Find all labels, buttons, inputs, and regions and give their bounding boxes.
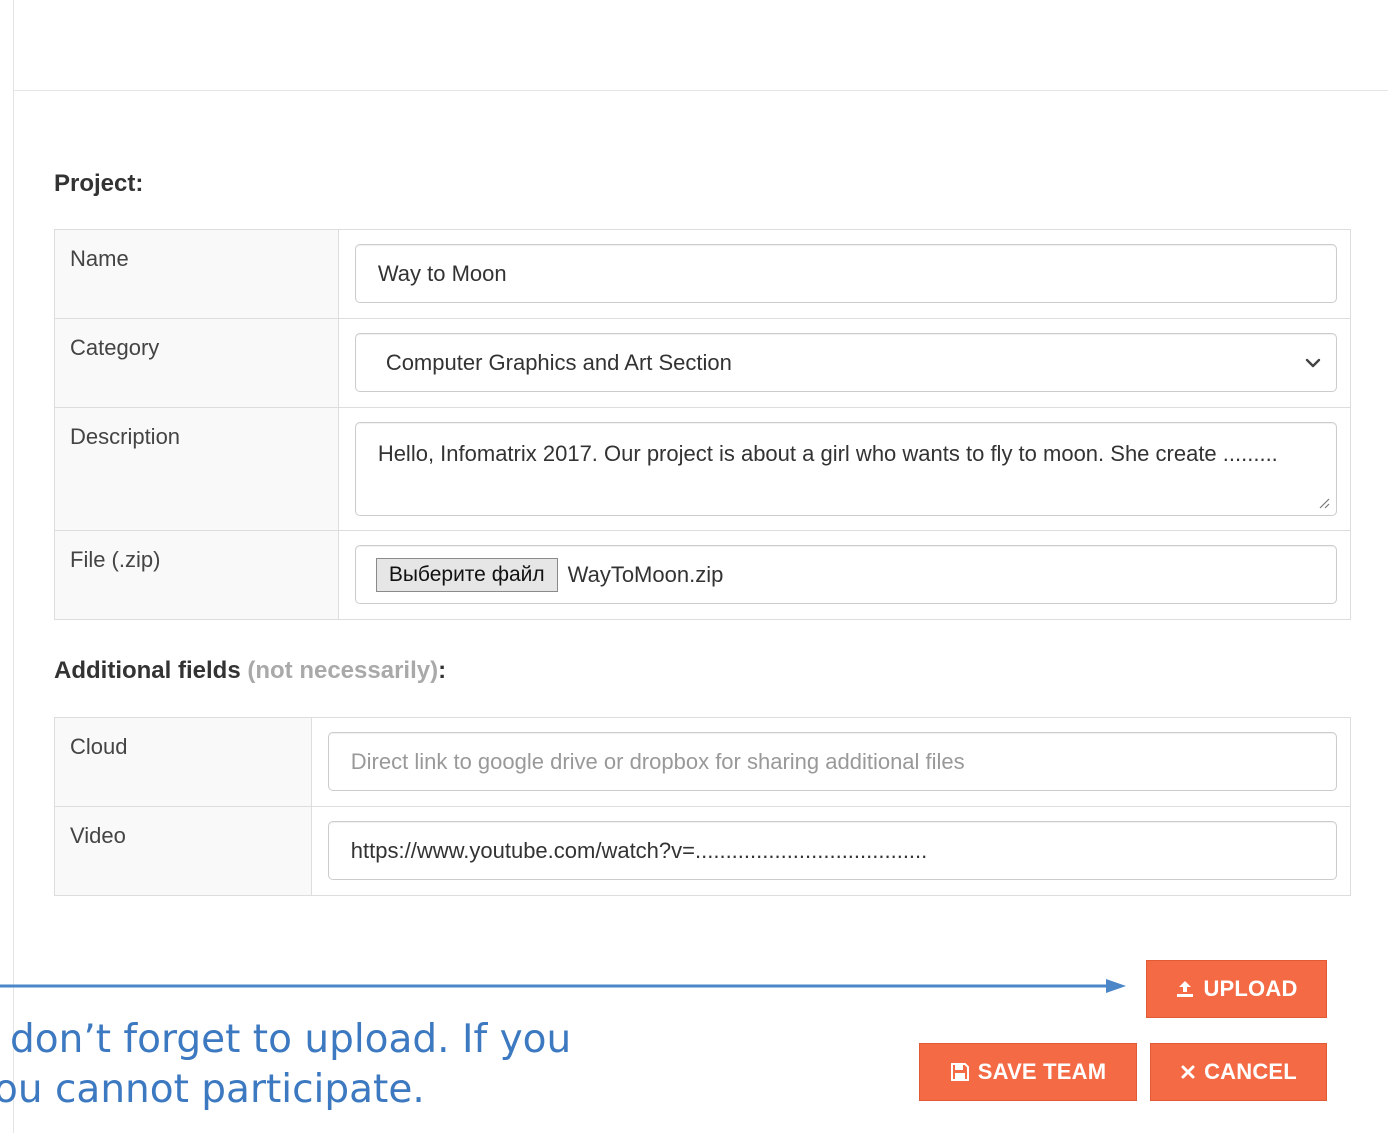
description-label: Description <box>54 407 339 531</box>
project-title-text: Project: <box>54 170 144 197</box>
resize-handle-icon[interactable] <box>1318 497 1330 509</box>
category-label: Category <box>54 318 339 408</box>
upload-button[interactable]: UPLOAD <box>1146 960 1327 1018</box>
category-row: Category Computer Graphics and Art Secti… <box>54 318 1352 408</box>
annotation-line-1: don’t forget to upload. If you <box>10 1017 572 1062</box>
additional-section-title: Additional fields (not necessarily): <box>54 657 446 685</box>
video-row: Video https://www.youtube.com/watch?v=..… <box>54 806 1352 896</box>
save-team-button[interactable]: SAVE TEAM <box>919 1043 1137 1101</box>
cloud-input-field[interactable] <box>350 748 1314 775</box>
cancel-button[interactable]: CANCEL <box>1150 1043 1327 1101</box>
additional-form-table: Cloud Video https://www.youtube.com/watc… <box>54 717 1352 896</box>
save-team-label: SAVE TEAM <box>977 1059 1107 1084</box>
cloud-label: Cloud <box>54 717 312 807</box>
annotation-arrow <box>0 979 1126 993</box>
file-label: File (.zip) <box>54 530 339 620</box>
floppy-disk-icon <box>950 1063 969 1081</box>
project-section-title: Project: <box>54 170 143 198</box>
cloud-input[interactable] <box>327 732 1337 791</box>
chevron-down-icon <box>1305 358 1321 367</box>
category-selected-value: Computer Graphics and Art Section <box>385 349 732 375</box>
file-name: WayToMoon.zip <box>567 561 724 587</box>
additional-title-text: Additional fields <box>54 657 241 684</box>
upload-label: UPLOAD <box>1203 976 1298 1001</box>
additional-note: (not necessarily) <box>247 657 439 684</box>
additional-colon: : <box>438 657 447 684</box>
left-border <box>13 0 14 1133</box>
name-input[interactable]: Way to Moon <box>354 244 1337 303</box>
header-divider <box>14 90 1388 91</box>
file-row: File (.zip) Выберите файл WayToMoon.zip <box>54 530 1352 620</box>
file-input: Выберите файл WayToMoon.zip <box>354 545 1337 604</box>
cancel-label: CANCEL <box>1204 1059 1297 1084</box>
close-icon <box>1181 1065 1195 1079</box>
name-label: Name <box>54 229 339 319</box>
annotation-line-2: ou cannot participate. <box>0 1067 425 1112</box>
project-form-table: Name Way to Moon Category Computer Graph… <box>54 229 1352 620</box>
choose-file-button[interactable]: Выберите файл <box>375 557 558 592</box>
video-input-value: https://www.youtube.com/watch?v=........… <box>350 837 928 863</box>
category-select[interactable]: Computer Graphics and Art Section <box>354 333 1337 392</box>
name-input-value: Way to Moon <box>377 260 507 286</box>
video-label: Video <box>54 806 312 896</box>
name-row: Name Way to Moon <box>54 229 1352 319</box>
description-row: Description Hello, Infomatrix 2017. Our … <box>54 407 1352 531</box>
description-textarea[interactable]: Hello, Infomatrix 2017. Our project is a… <box>354 422 1337 516</box>
cloud-row: Cloud <box>54 717 1352 807</box>
video-input[interactable]: https://www.youtube.com/watch?v=........… <box>327 821 1337 880</box>
description-value: Hello, Infomatrix 2017. Our project is a… <box>377 441 1278 466</box>
annotation-text: don’t forget to upload. If you ou cannot… <box>0 1015 900 1115</box>
upload-icon <box>1177 981 1194 997</box>
